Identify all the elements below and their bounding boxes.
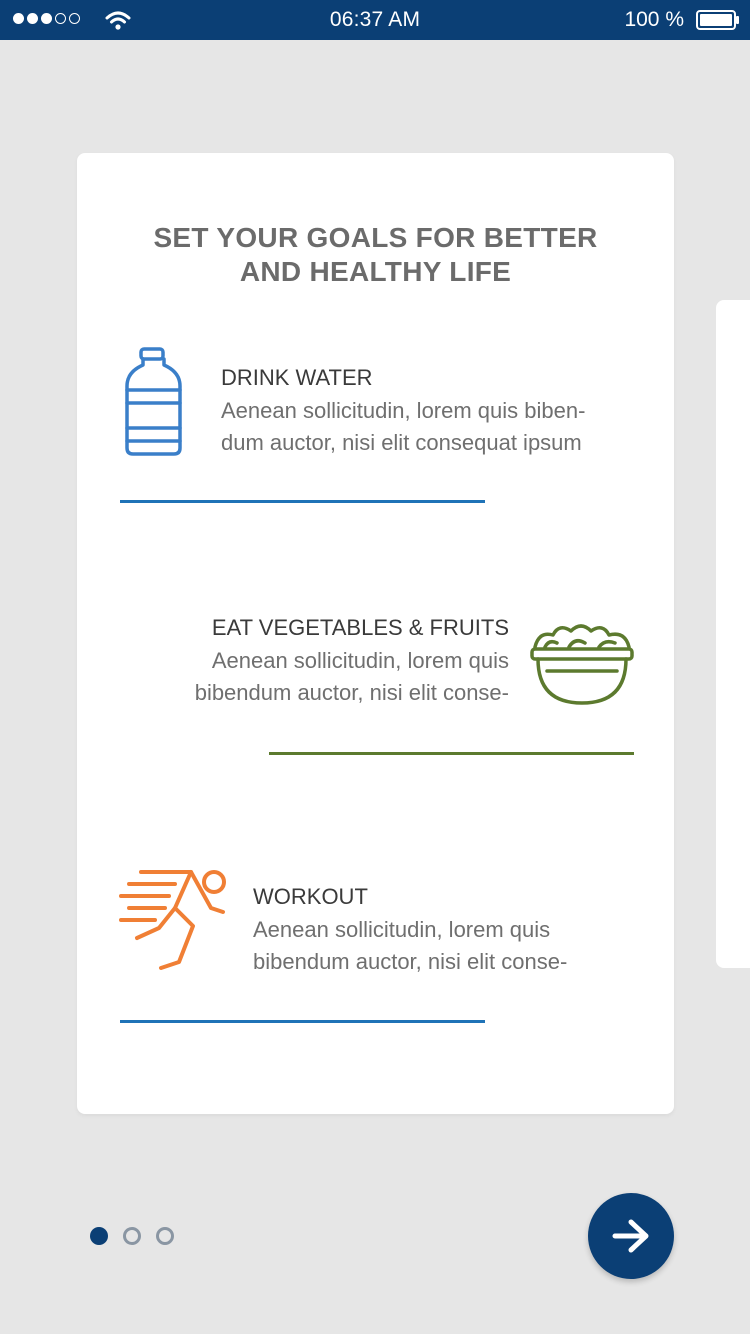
page-indicator xyxy=(90,1227,174,1245)
goal-title: EAT VEGETABLES & FRUITS xyxy=(211,615,509,640)
arrow-right-icon xyxy=(612,1219,649,1253)
page-dot-3[interactable] xyxy=(156,1227,174,1245)
goal-title: WORKOUT xyxy=(253,884,368,909)
next-button[interactable] xyxy=(588,1193,674,1279)
status-bar: 06:37 AM 100 % xyxy=(0,0,750,40)
goal-title: DRINK WATER xyxy=(221,365,373,390)
goal-description-line: dum auctor, nisi elit consequat ipsum xyxy=(221,430,582,455)
goal-description-line: bibendum auctor, nisi elit conse- xyxy=(194,680,509,705)
goal-description-line: Aenean sollicitudin, lorem quis biben- xyxy=(221,398,586,423)
goal-description: Aenean sollicitudin, lorem quis biben- d… xyxy=(221,395,585,459)
goal-divider xyxy=(269,752,634,755)
next-card-preview[interactable] xyxy=(716,300,750,968)
goal-description-line: Aenean sollicitudin, lorem quis xyxy=(211,648,509,673)
goal-description-line: Aenean sollicitudin, lorem quis xyxy=(253,917,551,942)
goal-description: Aenean sollicitudin, lorem quis bibendum… xyxy=(253,914,567,978)
page-dot-2[interactable] xyxy=(123,1227,141,1245)
goal-divider xyxy=(120,500,485,503)
running-man-icon xyxy=(119,870,226,970)
battery-percentage: 100 % xyxy=(624,8,684,31)
title-line: SET YOUR GOALS FOR BETTER xyxy=(153,222,598,253)
title-line: AND HEALTHY LIFE xyxy=(239,256,512,287)
water-bottle-icon xyxy=(125,347,182,456)
page-title: SET YOUR GOALS FOR BETTER AND HEALTHY LI… xyxy=(77,221,674,289)
goal-description-line: bibendum auctor, nisi elit conse- xyxy=(253,949,568,974)
goal-description: Aenean sollicitudin, lorem quis bibendum… xyxy=(195,645,509,709)
battery-icon xyxy=(696,10,739,30)
goal-divider xyxy=(120,1020,485,1023)
goals-card: SET YOUR GOALS FOR BETTER AND HEALTHY LI… xyxy=(77,153,674,1114)
salad-bowl-icon xyxy=(530,624,634,705)
page-dot-1[interactable] xyxy=(90,1227,108,1245)
